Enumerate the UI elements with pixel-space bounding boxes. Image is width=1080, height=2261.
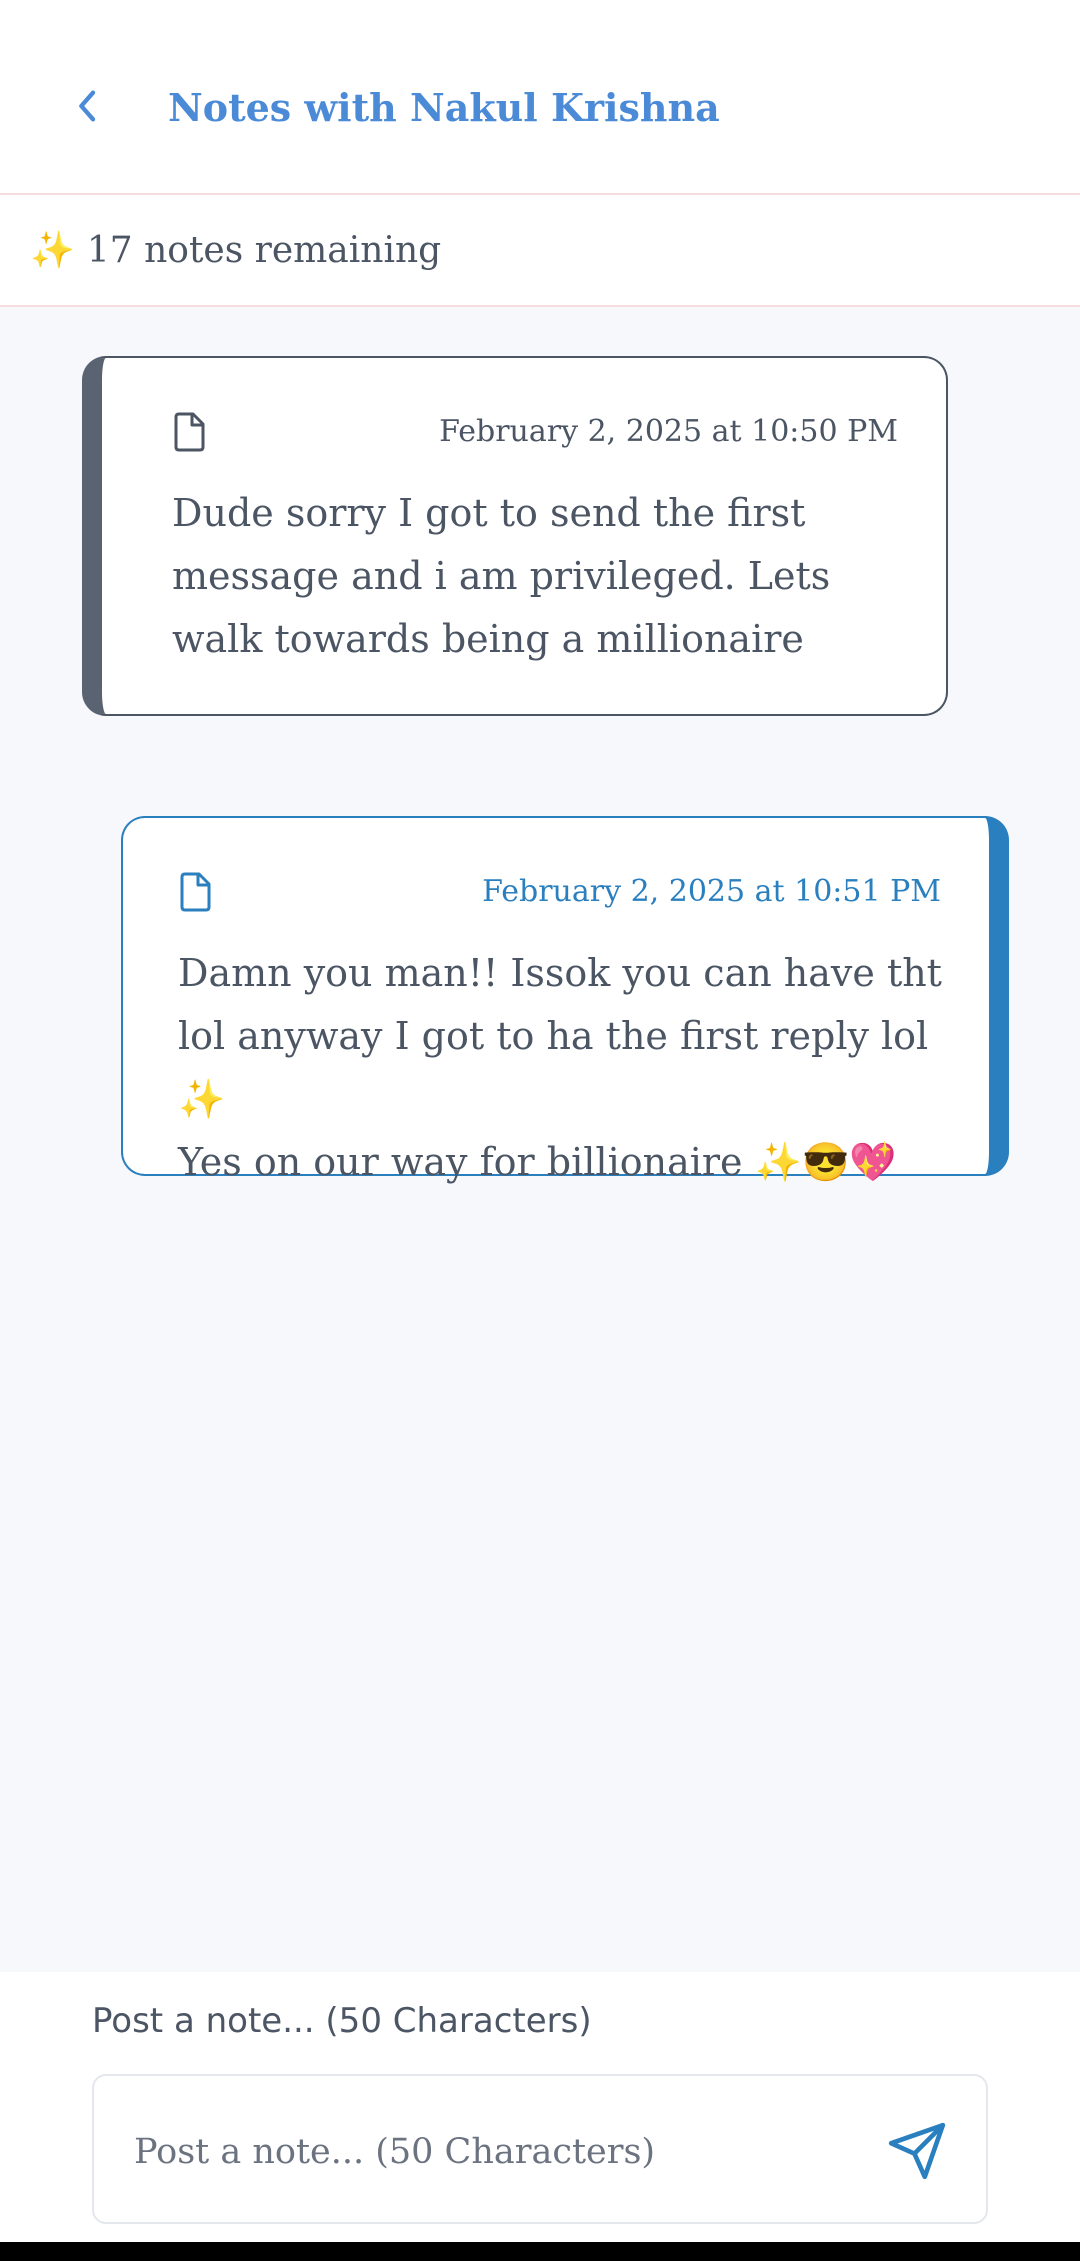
back-button[interactable] [60, 78, 116, 134]
note-text: Dude sorry I got to send the first messa… [172, 491, 831, 661]
file-icon [174, 412, 205, 452]
note-card-sent: February 2, 2025 at 10:51 PM Damn you ma… [121, 816, 1009, 1184]
note-input[interactable] [132, 2121, 876, 2183]
note-timestamp: February 2, 2025 at 10:51 PM [482, 874, 941, 909]
note-text: Damn you man!! Issok you can have tht lo… [178, 951, 942, 1184]
app-header: Notes with Nakul Krishna [0, 0, 1080, 195]
send-icon [888, 2122, 946, 2180]
system-navigation-bar [0, 2242, 1080, 2261]
file-icon [180, 872, 211, 912]
note-composer: Post a note... (50 Characters) [0, 1972, 1080, 2242]
send-button[interactable] [884, 2118, 950, 2184]
note-card-received: February 2, 2025 at 10:50 PM Dude sorry … [82, 356, 948, 716]
sparkle-icon: ✨ [30, 230, 75, 271]
chevron-left-icon [79, 90, 96, 122]
notes-remaining-text: 17 notes remaining [86, 229, 442, 271]
composer-input-box [92, 2074, 988, 2224]
notes-remaining-banner: ✨ 17 notes remaining [0, 195, 1080, 307]
composer-label: Post a note... (50 Characters) [92, 2001, 592, 2041]
note-timestamp: February 2, 2025 at 10:50 PM [439, 414, 898, 449]
page-title: Notes with Nakul Krishna [168, 85, 720, 130]
